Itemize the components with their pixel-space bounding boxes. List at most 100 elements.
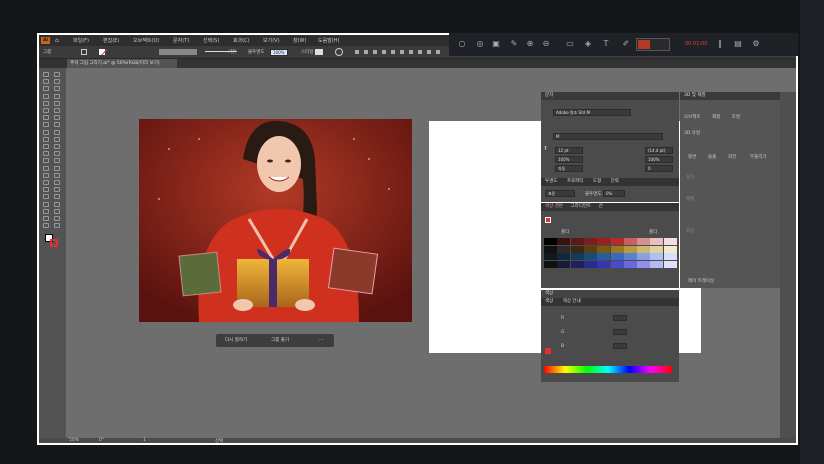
tool-button[interactable]	[43, 223, 49, 229]
tool-button[interactable]	[43, 129, 49, 135]
zoom-level[interactable]: 50%	[69, 438, 79, 443]
document-tab[interactable]: 추석 그림 그리기.ai* @ 50%(RGB/미리 보기)	[67, 59, 177, 68]
swatch-grid[interactable]	[544, 238, 677, 268]
swatch[interactable]	[637, 238, 651, 245]
swatch[interactable]	[570, 238, 584, 245]
tool-button[interactable]	[43, 136, 49, 142]
tab-color-guide[interactable]: 색상 안내	[563, 299, 581, 304]
swatch[interactable]	[637, 245, 651, 253]
swatch[interactable]	[650, 245, 664, 253]
crop-icon[interactable]: ▭	[565, 39, 575, 49]
pause-icon[interactable]: ‖	[715, 39, 725, 49]
3d-type-inflate[interactable]: 부풀리기	[750, 154, 767, 160]
tool-button[interactable]	[54, 93, 60, 99]
swatch[interactable]	[557, 253, 571, 260]
font-style-field[interactable]: M	[553, 133, 663, 140]
swatch[interactable]	[583, 238, 597, 245]
swatch[interactable]	[544, 238, 557, 245]
recolor-icon[interactable]	[335, 48, 343, 56]
camera-icon[interactable]: ▤	[733, 39, 743, 49]
tab-object[interactable]: 오브젝트	[684, 115, 701, 120]
tab-color[interactable]: 색상	[545, 299, 553, 304]
tool-button[interactable]	[43, 93, 49, 99]
swatch[interactable]	[637, 253, 651, 260]
swatch[interactable]	[544, 253, 557, 260]
menu-item-8[interactable]: 도움말(H)	[318, 37, 339, 44]
tool-button[interactable]	[54, 201, 60, 207]
swatch[interactable]	[663, 253, 677, 260]
tool-button[interactable]	[54, 194, 60, 200]
artboard-number[interactable]: 1	[143, 438, 146, 443]
swatch[interactable]	[623, 253, 637, 260]
swatch[interactable]	[610, 245, 624, 253]
tool-button[interactable]	[54, 79, 60, 85]
tool-button[interactable]	[54, 165, 60, 171]
blue-field[interactable]	[613, 343, 627, 349]
draw-icon[interactable]: ✐	[621, 39, 631, 49]
tool-button[interactable]	[43, 86, 49, 92]
tab-material[interactable]: 재질	[712, 115, 720, 120]
3d-type-revolve[interactable]: 회전	[728, 154, 736, 160]
pen-icon[interactable]: ✎	[509, 39, 519, 49]
tool-button[interactable]	[54, 72, 60, 77]
tracking-field[interactable]: 0	[645, 165, 673, 172]
tool-button[interactable]	[54, 172, 60, 178]
text-icon[interactable]: T	[601, 39, 611, 49]
tool-button[interactable]	[43, 151, 49, 157]
swatch[interactable]	[570, 260, 584, 268]
stroke-color-box[interactable]	[50, 239, 58, 247]
tool-button[interactable]	[54, 129, 60, 135]
3d-type-extrude[interactable]: 돌출	[708, 154, 716, 160]
menu-item-2[interactable]: 오브젝트(O)	[133, 37, 159, 44]
screen-icon[interactable]: ▣	[491, 39, 501, 49]
tool-button[interactable]	[43, 201, 49, 207]
tool-button[interactable]	[54, 122, 60, 128]
swatch[interactable]	[597, 253, 611, 260]
tool-button[interactable]	[54, 100, 60, 106]
green-field[interactable]	[613, 329, 627, 335]
vertical-scale-field[interactable]: 100%	[555, 156, 583, 163]
tool-button[interactable]	[43, 115, 49, 121]
swatch[interactable]	[610, 260, 624, 268]
home-icon[interactable]: ⌂	[55, 37, 59, 44]
tool-button[interactable]	[43, 144, 49, 149]
tool-button[interactable]	[43, 194, 49, 200]
swatch[interactable]	[663, 245, 677, 253]
swatch[interactable]	[557, 245, 571, 253]
tool-button[interactable]	[43, 122, 49, 128]
menu-item-1[interactable]: 편집(E)	[103, 37, 119, 44]
menu-item-7[interactable]: 창(W)	[293, 37, 306, 44]
tool-button[interactable]	[43, 216, 49, 221]
horizontal-scale-field[interactable]: 100%	[645, 156, 673, 163]
blend-mode-field[interactable]: 표준	[545, 190, 575, 197]
tab-properties[interactable]: 프로퍼티	[567, 179, 584, 184]
fill-icon[interactable]: ◈	[583, 39, 593, 49]
align-icons[interactable]	[355, 50, 445, 54]
tab-shape[interactable]: 도형	[593, 179, 601, 184]
record-icon[interactable]: ◎	[475, 39, 485, 49]
recolor-button[interactable]: 다시 칠하기	[222, 336, 250, 345]
tool-button[interactable]	[54, 216, 60, 221]
swatch[interactable]	[597, 245, 611, 253]
menu-item-6[interactable]: 보기(V)	[263, 37, 280, 44]
tool-button[interactable]	[54, 208, 60, 214]
tool-button[interactable]	[43, 208, 49, 214]
swatch[interactable]	[650, 253, 664, 260]
tool-button[interactable]	[54, 108, 60, 113]
swatch[interactable]	[610, 253, 624, 260]
tool-button[interactable]	[43, 100, 49, 106]
ungroup-button[interactable]: 그룹 풀기	[268, 336, 292, 345]
swatch[interactable]	[663, 260, 677, 268]
swatch[interactable]	[557, 260, 571, 268]
stroke-weight-field[interactable]	[159, 49, 197, 55]
rotation-angle[interactable]: 0°	[99, 438, 104, 443]
tab-swatches[interactable]: 색상 견본	[545, 204, 563, 209]
active-swatch[interactable]	[545, 217, 551, 223]
menu-item-0[interactable]: 파일(F)	[73, 37, 89, 44]
tool-button[interactable]	[54, 136, 60, 142]
menu-item-3[interactable]: 문자(T)	[173, 37, 189, 44]
swatch[interactable]	[623, 238, 637, 245]
more-options-button[interactable]: ···	[316, 336, 326, 345]
tool-button[interactable]	[54, 187, 60, 193]
tool-button[interactable]	[43, 79, 49, 85]
